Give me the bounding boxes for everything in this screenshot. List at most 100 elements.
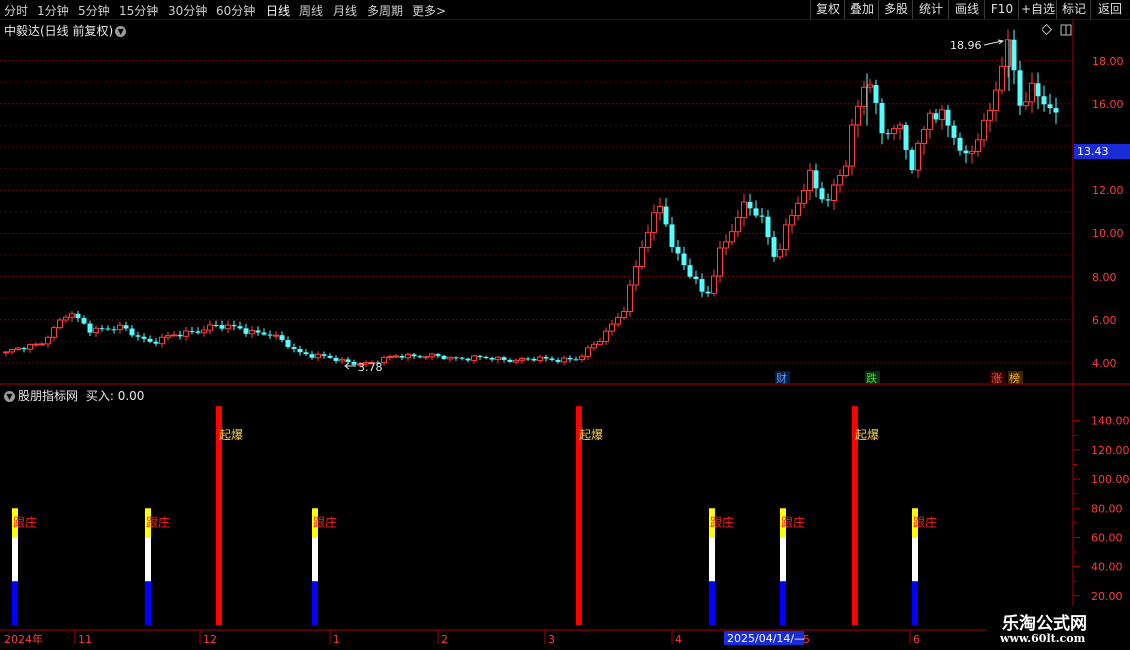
candle-body (795, 202, 801, 217)
candle-body (165, 335, 171, 338)
candle-body (753, 208, 759, 216)
follow-label: 跟庄 (913, 514, 937, 529)
candle-body (561, 357, 567, 363)
candle-body (93, 327, 99, 334)
date-label: 4 (675, 633, 682, 646)
candle-body (993, 89, 999, 111)
candle-body (603, 330, 609, 342)
candle-body (507, 359, 513, 362)
candle-body (891, 128, 897, 134)
candle-body (429, 353, 435, 358)
candle-body (909, 149, 915, 171)
candle-body (843, 165, 849, 176)
candlesticks (3, 29, 1059, 368)
candle-body (33, 343, 39, 346)
candle-body (147, 338, 153, 342)
candle-body (957, 137, 963, 151)
event-markers[interactable]: 财 跌 涨 榜 (775, 371, 1023, 385)
candle-body (195, 331, 201, 333)
candle-body (573, 359, 579, 361)
watermark: 乐淘公式网 www.60lt.com (986, 606, 1130, 650)
watermark-url: www.60lt.com (1000, 632, 1086, 645)
candle-body (921, 128, 927, 144)
price-tick: 8.00 (1092, 271, 1117, 284)
date-label: 3 (548, 633, 555, 646)
candle-body (699, 279, 705, 292)
candle-body (723, 241, 729, 249)
candle-body (201, 329, 207, 334)
candle-body (597, 340, 603, 345)
follow-bar-blue (709, 581, 715, 625)
candle-body (705, 291, 711, 294)
candle-body (741, 201, 747, 219)
candle-body (579, 355, 585, 361)
follow-bar-blue (145, 581, 151, 625)
date-label: 12 (203, 633, 217, 646)
candle-body (417, 356, 423, 358)
candle-body (729, 231, 735, 243)
candle-body (471, 355, 477, 361)
candle-body (405, 353, 411, 359)
follow-bar-white (912, 537, 918, 582)
date-label: 6 (913, 633, 920, 646)
low-price-label: 3.78 (358, 361, 383, 374)
candle-body (9, 348, 15, 353)
event-marker-fall[interactable]: 跌 (866, 371, 877, 385)
candle-body (825, 199, 831, 201)
candle-body (345, 359, 351, 363)
event-marker-rise[interactable]: 涨 (991, 372, 1002, 385)
candle-body (291, 347, 297, 349)
candle-body (435, 354, 441, 356)
indicator-bars: 起爆 起爆 起爆跟庄 跟庄 跟庄 跟庄 跟庄 跟庄 (12, 406, 937, 625)
event-marker-finance[interactable]: 财 (776, 371, 787, 385)
date-label: 1 (333, 633, 340, 646)
candle-body (897, 124, 903, 130)
candle-body (969, 150, 975, 154)
follow-label: 跟庄 (313, 514, 337, 529)
candle-body (693, 276, 699, 280)
candle-body (621, 311, 627, 319)
candle-body (819, 188, 825, 200)
event-marker-list[interactable]: 榜 (1009, 371, 1020, 385)
candle-body (687, 265, 693, 277)
candle-body (63, 316, 69, 321)
candle-body (807, 169, 813, 192)
candle-body (639, 246, 645, 268)
candle-body (81, 318, 87, 324)
candle-body (453, 357, 459, 359)
indicator-tick: 20.00 (1091, 590, 1123, 603)
candle-body (531, 358, 537, 361)
candle-body (459, 357, 465, 359)
candle-body (225, 324, 231, 330)
candle-body (309, 354, 315, 358)
breakout-label: 起爆 (855, 428, 879, 442)
candle-body (975, 139, 981, 152)
candle-body (939, 109, 945, 120)
candle-body (117, 324, 123, 331)
candle-body (645, 231, 651, 248)
candle-body (261, 332, 267, 335)
candle-body (933, 113, 939, 120)
candle-body (69, 313, 75, 318)
candle-body (279, 335, 285, 341)
candle-body (1023, 101, 1029, 107)
follow-bar-white (780, 537, 786, 582)
candle-body (231, 325, 237, 327)
candle-body (483, 356, 489, 359)
candle-body (27, 344, 33, 350)
follow-label: 跟庄 (146, 514, 170, 529)
candle-body (777, 249, 783, 258)
candle-body (351, 362, 357, 365)
price-tick: 10.00 (1092, 227, 1124, 240)
indicator-tick: 40.00 (1091, 561, 1123, 574)
price-tick: 4.00 (1092, 357, 1117, 370)
candle-body (189, 331, 195, 333)
candle-body (867, 84, 873, 88)
candle-body (567, 357, 573, 360)
candle-body (243, 328, 249, 334)
stock-chart[interactable]: 18.00 16.00 12.00 10.00 8.00 6.00 4.00 1… (0, 0, 1130, 650)
candle-body (399, 356, 405, 358)
candle-body (747, 201, 753, 209)
candle-body (3, 351, 9, 354)
high-price-label: 18.96 (950, 39, 982, 52)
